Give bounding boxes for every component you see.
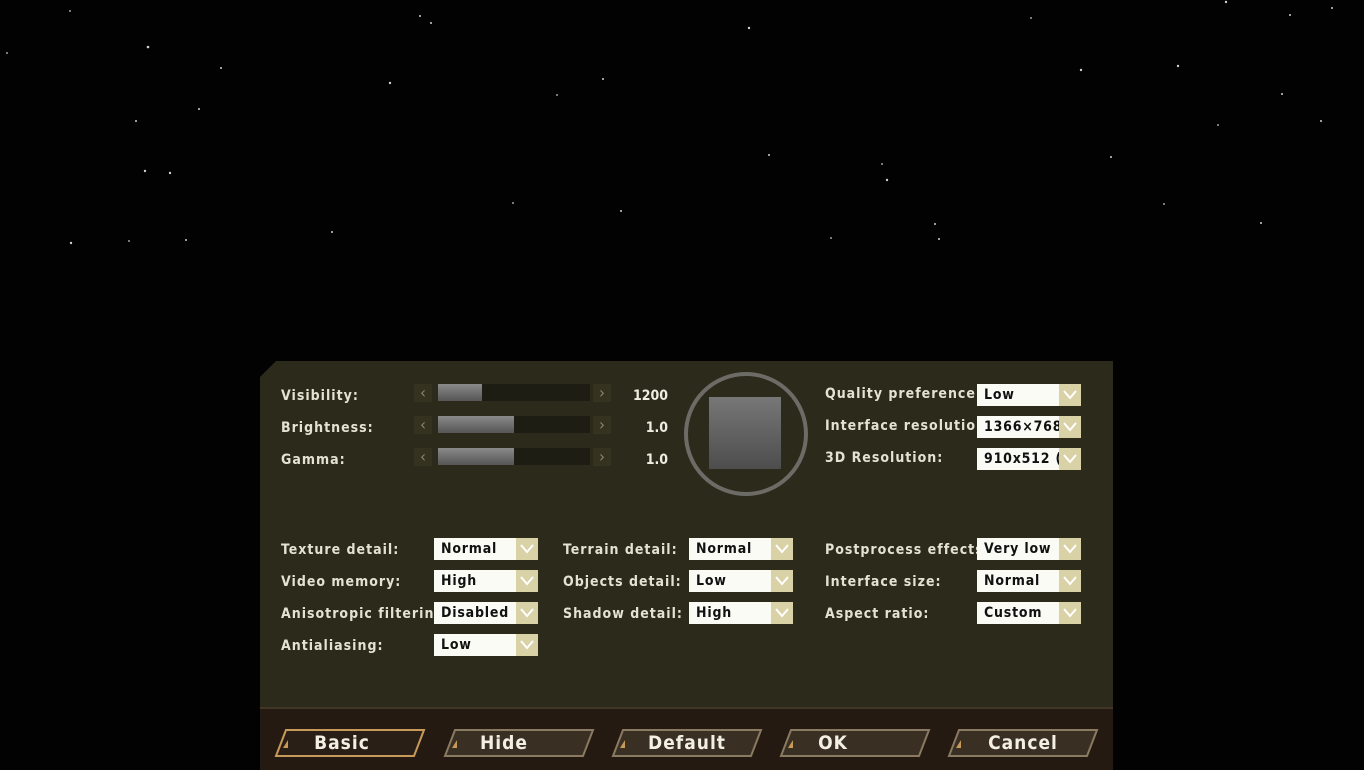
chevron-down-icon[interactable] bbox=[516, 602, 538, 624]
objects-detail-label: Objects detail: bbox=[563, 574, 682, 590]
default-button[interactable]: Default bbox=[611, 728, 763, 758]
chevron-down-icon[interactable] bbox=[1059, 602, 1081, 624]
chevron-left-icon[interactable]: ‹ bbox=[414, 416, 432, 434]
aspect-ratio-dropdown[interactable]: Custom bbox=[977, 602, 1081, 624]
video-memory-label: Video memory: bbox=[281, 574, 402, 590]
starfield-background bbox=[6, 0, 1333, 245]
3d-resolution-value: 910x512 (6 bbox=[984, 451, 1060, 467]
visibility-value: 1200 bbox=[632, 388, 668, 404]
cancel-button-label: Cancel bbox=[988, 732, 1058, 754]
postprocess-effects-label: Postprocess effects: bbox=[825, 542, 990, 558]
chevron-right-icon[interactable]: › bbox=[593, 416, 611, 434]
brightness-label: Brightness: bbox=[281, 420, 374, 436]
chevron-down-icon[interactable] bbox=[771, 538, 793, 560]
chevron-left-icon[interactable]: ‹ bbox=[414, 448, 432, 466]
interface-resolution-dropdown[interactable]: 1366×768×3 bbox=[977, 416, 1081, 438]
terrain-detail-dropdown[interactable]: Normal bbox=[689, 538, 793, 560]
texture-detail-value: Normal bbox=[441, 541, 498, 557]
hide-button-label: Hide bbox=[480, 732, 528, 754]
brightness-slider[interactable] bbox=[438, 416, 590, 433]
quality-preference-label: Quality preference: bbox=[825, 386, 982, 402]
ok-button[interactable]: OK bbox=[779, 728, 931, 758]
cancel-button[interactable]: Cancel bbox=[947, 728, 1099, 758]
shadow-detail-label: Shadow detail: bbox=[563, 606, 683, 622]
aspect-ratio-value: Custom bbox=[984, 605, 1043, 621]
chevron-right-icon[interactable]: › bbox=[593, 384, 611, 402]
postprocess-effects-value: Very low bbox=[984, 541, 1052, 557]
objects-detail-value: Low bbox=[696, 573, 727, 589]
objects-detail-dropdown[interactable]: Low bbox=[689, 570, 793, 592]
brightness-value: 1.0 bbox=[645, 420, 668, 436]
texture-detail-dropdown[interactable]: Normal bbox=[434, 538, 538, 560]
antialiasing-value: Low bbox=[441, 637, 472, 653]
interface-size-value: Normal bbox=[984, 573, 1041, 589]
chevron-down-icon[interactable] bbox=[1059, 384, 1081, 406]
video-memory-dropdown[interactable]: High bbox=[434, 570, 538, 592]
gamma-value: 1.0 bbox=[645, 452, 668, 468]
terrain-detail-value: Normal bbox=[696, 541, 753, 557]
basic-button-label: Basic bbox=[314, 732, 370, 754]
chevron-down-icon[interactable] bbox=[516, 634, 538, 656]
chevron-right-icon[interactable]: › bbox=[593, 448, 611, 466]
anisotropic-filtering-dropdown[interactable]: Disabled bbox=[434, 602, 538, 624]
chevron-down-icon[interactable] bbox=[1059, 570, 1081, 592]
basic-button[interactable]: Basic bbox=[274, 728, 426, 758]
hide-button[interactable]: Hide bbox=[443, 728, 595, 758]
visibility-label: Visibility: bbox=[281, 388, 359, 404]
chevron-down-icon[interactable] bbox=[516, 538, 538, 560]
interface-size-label: Interface size: bbox=[825, 574, 942, 590]
visibility-slider-fill bbox=[438, 384, 483, 401]
video-memory-value: High bbox=[441, 573, 478, 589]
quality-preference-value: Low bbox=[984, 387, 1015, 403]
aspect-ratio-label: Aspect ratio: bbox=[825, 606, 930, 622]
chevron-down-icon[interactable] bbox=[771, 570, 793, 592]
3d-resolution-dropdown[interactable]: 910x512 (6 bbox=[977, 448, 1081, 470]
ok-button-label: OK bbox=[818, 732, 848, 754]
3d-resolution-label: 3D Resolution: bbox=[825, 450, 944, 466]
antialiasing-label: Antialiasing: bbox=[281, 638, 384, 654]
anisotropic-filtering-label: Anisotropic filtering: bbox=[281, 606, 451, 622]
quality-preference-dropdown[interactable]: Low bbox=[977, 384, 1081, 406]
interface-resolution-value: 1366×768×3 bbox=[984, 419, 1060, 435]
chevron-down-icon[interactable] bbox=[771, 602, 793, 624]
brightness-slider-fill bbox=[438, 416, 514, 433]
terrain-detail-label: Terrain detail: bbox=[563, 542, 678, 558]
interface-resolution-label: Interface resolution: bbox=[825, 418, 992, 434]
default-button-label: Default bbox=[648, 732, 726, 754]
antialiasing-dropdown[interactable]: Low bbox=[434, 634, 538, 656]
color-preview-square bbox=[709, 397, 781, 469]
chevron-down-icon[interactable] bbox=[516, 570, 538, 592]
chevron-left-icon[interactable]: ‹ bbox=[414, 384, 432, 402]
shadow-detail-dropdown[interactable]: High bbox=[689, 602, 793, 624]
gamma-label: Gamma: bbox=[281, 452, 346, 468]
shadow-detail-value: High bbox=[696, 605, 733, 621]
postprocess-effects-dropdown[interactable]: Very low bbox=[977, 538, 1081, 560]
chevron-down-icon[interactable] bbox=[1059, 448, 1081, 470]
chevron-down-icon[interactable] bbox=[1059, 416, 1081, 438]
chevron-down-icon[interactable] bbox=[1059, 538, 1081, 560]
texture-detail-label: Texture detail: bbox=[281, 542, 400, 558]
interface-size-dropdown[interactable]: Normal bbox=[977, 570, 1081, 592]
anisotropic-filtering-value: Disabled bbox=[441, 605, 510, 621]
visibility-slider[interactable] bbox=[438, 384, 590, 401]
gamma-slider[interactable] bbox=[438, 448, 590, 465]
gamma-slider-fill bbox=[438, 448, 514, 465]
